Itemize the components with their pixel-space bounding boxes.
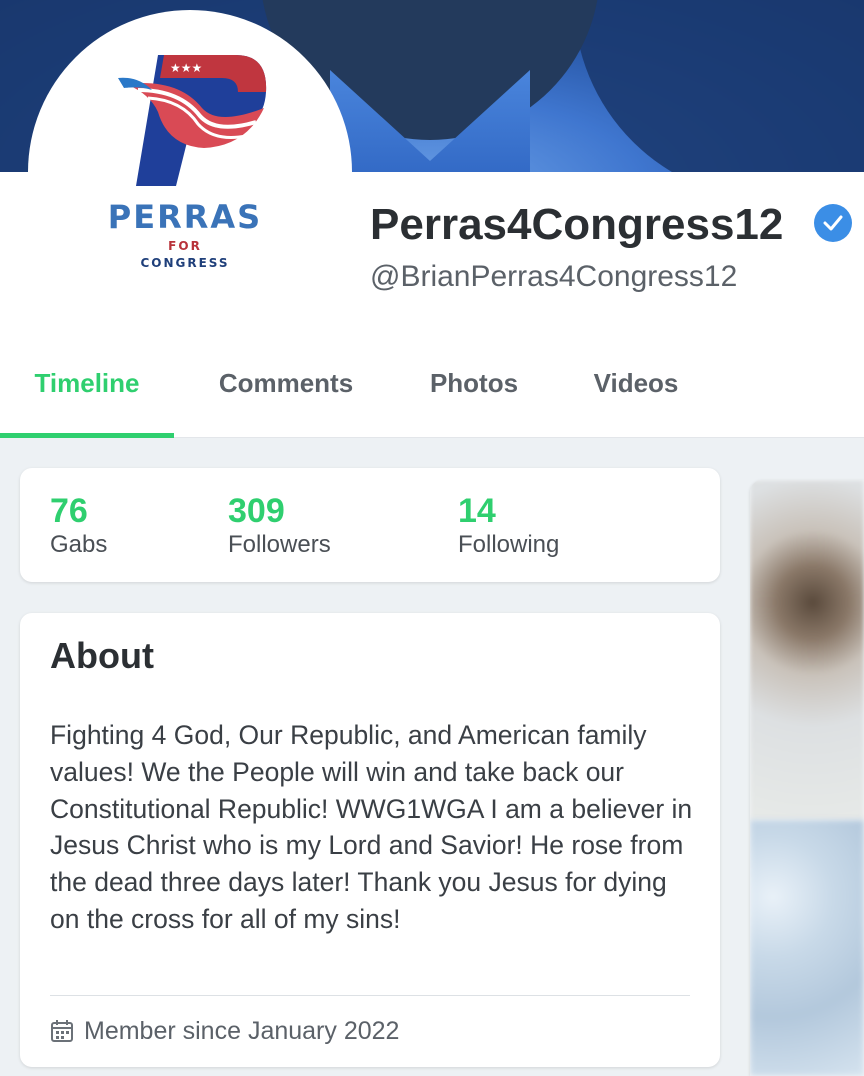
- svg-text:★★★: ★★★: [170, 61, 202, 75]
- cover-suit-right: [574, 0, 864, 172]
- display-name: Perras4Congress12: [370, 200, 784, 249]
- avatar[interactable]: ★★★ PERRAS FOR CONGRESS: [28, 10, 352, 334]
- username-handle: @BrianPerras4Congress12: [370, 260, 738, 293]
- stat-gabs[interactable]: 76 Gabs: [50, 492, 107, 560]
- stat-followers-count: 309: [228, 492, 285, 530]
- stat-following-label: Following: [458, 531, 560, 558]
- stat-gabs-count: 76: [50, 492, 88, 530]
- divider: [50, 995, 690, 996]
- about-card: About Fighting 4 God, Our Republic, and …: [20, 613, 720, 1067]
- tab-photos[interactable]: Photos: [410, 348, 538, 438]
- tab-timeline-label: Timeline: [34, 368, 140, 398]
- brand-subtitle: CONGRESS: [140, 256, 230, 270]
- media-thumbnail-blurred[interactable]: [750, 480, 864, 820]
- about-bio: Fighting 4 God, Our Republic, and Americ…: [50, 720, 693, 934]
- tab-timeline[interactable]: Timeline: [0, 348, 174, 438]
- stat-followers[interactable]: 309 Followers: [228, 492, 331, 560]
- profile-header: ★★★ PERRAS FOR CONGRESS Perras4Congress1…: [0, 10, 864, 438]
- stat-followers-label: Followers: [228, 531, 331, 558]
- brand-for: FOR: [168, 239, 202, 253]
- stat-gabs-label: Gabs: [50, 531, 108, 558]
- tab-photos-label: Photos: [429, 368, 519, 398]
- stats-card: 76 Gabs 309 Followers 14 Following: [20, 468, 720, 582]
- brand-name: PERRAS: [107, 198, 263, 236]
- media-thumbnail-blurred-2[interactable]: [750, 820, 864, 1076]
- verified-badge-icon: [814, 204, 852, 242]
- tab-comments-label: Comments: [218, 368, 354, 398]
- tab-active-underline: [0, 433, 174, 438]
- member-since: Member since January 2022: [84, 1017, 400, 1045]
- campaign-logo-icon: ★★★: [118, 55, 267, 186]
- tab-videos[interactable]: Videos: [566, 348, 706, 438]
- about-title: About: [50, 635, 154, 676]
- calendar-icon: [51, 1020, 73, 1042]
- stat-following[interactable]: 14 Following: [458, 492, 559, 560]
- tab-comments[interactable]: Comments: [190, 348, 382, 438]
- tab-videos-label: Videos: [593, 368, 679, 398]
- stat-following-count: 14: [458, 492, 496, 530]
- profile-tabs: Timeline Comments Photos Videos: [0, 348, 864, 438]
- media-preview-card[interactable]: [750, 480, 864, 1076]
